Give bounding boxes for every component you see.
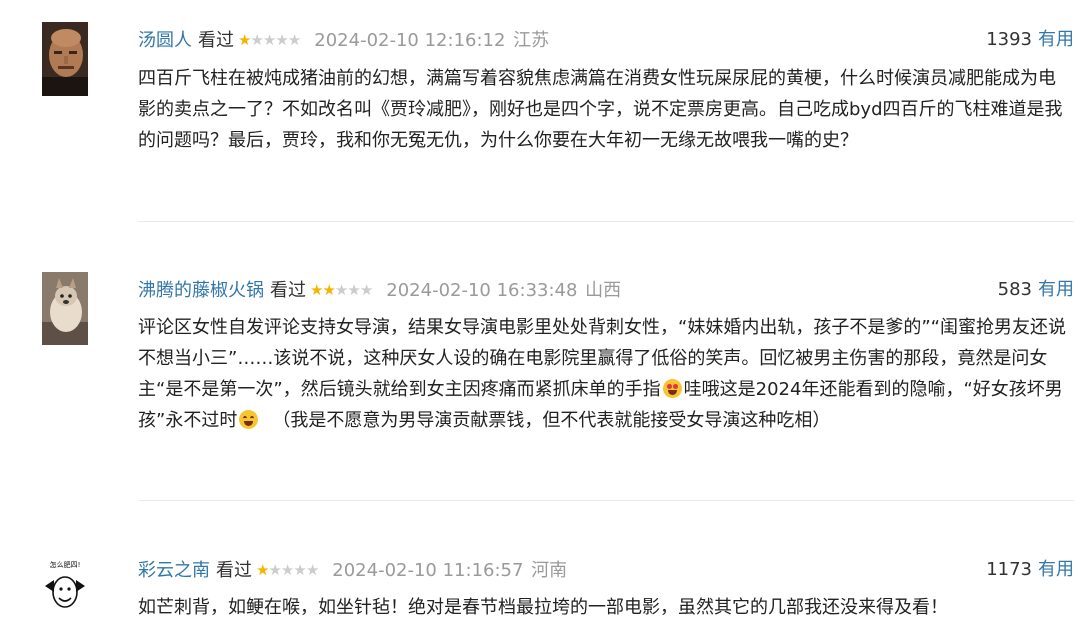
useful-button[interactable]: 有用 — [1038, 279, 1074, 300]
avatar-caption: 怎么肥四! — [49, 561, 81, 569]
useful-button[interactable]: 有用 — [1038, 29, 1074, 50]
divider — [138, 500, 1074, 501]
watch-status: 看过 — [216, 560, 252, 581]
user-avatar[interactable] — [42, 22, 88, 96]
star-empty-icon: ★ — [268, 561, 281, 579]
star-empty-icon: ★ — [293, 561, 306, 579]
star-rating: ★★★★★ — [310, 276, 373, 304]
star-empty-icon: ★ — [275, 31, 288, 49]
username[interactable]: 沸腾的藤椒火锅 — [138, 280, 264, 301]
username[interactable]: 彩云之南 — [138, 560, 210, 581]
review-text: 四百斤飞柱在被炖成猪油前的幻想，满篇写着容貌焦虑满篇在消费女性玩屎尿屁的黄梗，什… — [138, 68, 1063, 151]
star-rating: ★★★★★ — [238, 26, 301, 54]
vote-count: 1173 — [986, 559, 1032, 580]
star-empty-icon: ★ — [250, 31, 263, 49]
star-empty-icon: ★ — [334, 281, 348, 299]
username[interactable]: 汤圆人 — [138, 30, 192, 51]
star-empty-icon: ★ — [287, 31, 301, 49]
star-empty-icon: ★ — [262, 31, 276, 49]
useful-button[interactable]: 有用 — [1038, 559, 1074, 580]
vote-area: 1393 有用 — [986, 26, 1074, 54]
review-date: 2024-02-10 16:33:48 — [386, 280, 578, 301]
vote-count: 583 — [997, 279, 1032, 300]
review-date: 2024-02-10 12:16:12 — [314, 30, 506, 51]
star-filled-icon: ★ — [256, 561, 269, 579]
vote-area: 583 有用 — [998, 276, 1074, 304]
review-text: 评论区女性自发评论支持女导演，结果女导演电影里处处背刺女性，“妹妹婚内出轨，孩子… — [138, 312, 1073, 436]
watch-status: 看过 — [198, 30, 234, 51]
star-filled-icon: ★ — [322, 281, 335, 299]
star-empty-icon: ★ — [359, 281, 373, 299]
heart-eyes-emoji-icon — [662, 379, 682, 398]
review-text-part: （我是不愿意为男导演贡献票钱，但不代表就能接受女导演这种吃相） — [272, 410, 831, 431]
star-rating: ★★★★★ — [256, 556, 319, 584]
review-location: 河南 — [531, 560, 568, 581]
review-text: 如芒刺背，如鲠在喉，如坐针毡！绝对是春节档最拉垮的一部电影，虽然其它的几部我还没… — [138, 597, 948, 618]
review-location: 山西 — [585, 280, 622, 301]
star-empty-icon: ★ — [347, 281, 360, 299]
watch-status: 看过 — [270, 280, 306, 301]
review-location: 江苏 — [513, 30, 550, 51]
grin-emoji-icon — [239, 410, 259, 429]
divider — [138, 221, 1074, 222]
user-avatar[interactable] — [42, 272, 88, 345]
star-filled-icon: ★ — [310, 281, 323, 299]
vote-area: 1173 有用 — [986, 556, 1074, 584]
star-filled-icon: ★ — [238, 31, 251, 49]
user-avatar[interactable]: 怎么肥四! — [42, 552, 88, 633]
vote-count: 1393 — [986, 29, 1032, 50]
dog-avatar-icon — [42, 272, 88, 345]
star-empty-icon: ★ — [305, 561, 319, 579]
bald-man-avatar-icon — [42, 22, 88, 96]
review-date: 2024-02-10 11:16:57 — [332, 560, 524, 581]
star-empty-icon: ★ — [280, 561, 294, 579]
